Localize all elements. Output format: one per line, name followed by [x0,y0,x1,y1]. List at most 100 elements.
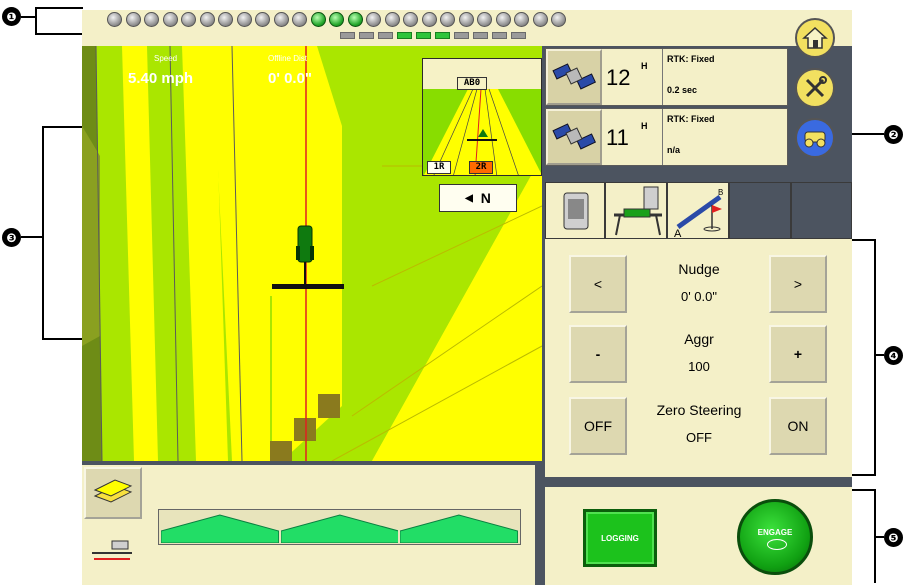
figure: ❶ ❷ ❸ ❹ ❺ Speed 5.40 mph Offline Dist 0'… [0,0,906,585]
satellite-count-1: 12 [606,65,631,90]
perspective-view[interactable]: AB0 1R 2R [422,58,542,176]
lightbar-segment [340,32,355,39]
heading-indicator: ◀ N [439,184,517,212]
vehicle-button[interactable] [795,118,835,158]
lightbar-segment [435,32,450,39]
tab-ab-line[interactable]: A B [667,182,729,240]
tab-guidance-unit[interactable] [545,182,605,239]
implement-icon [614,186,662,236]
row-label-1r: 1R [427,161,451,174]
zero-steering-label: Zero Steering [656,402,742,418]
step-1 [270,441,292,461]
implement-small-icon [92,540,132,560]
callout-5-bracket-v [874,489,876,583]
speed-value: 5.40 mph [128,70,194,87]
callout-1-bracket [35,7,83,9]
tab-empty-2[interactable] [791,182,852,239]
lightbar-led [347,12,363,27]
display-screen: Speed 5.40 mph Offline Dist 0' 0.0" AB0 … [82,10,852,585]
aggr-label: Aggr [684,331,714,347]
nudge-left-button[interactable]: < [569,255,627,313]
lightbar-led [236,12,252,27]
tools-button[interactable] [795,68,835,108]
callout-1-bracket-b [35,33,83,35]
offline-dist-label: Offline Dist [268,54,307,63]
section-bar [158,509,521,545]
satellite-button-1[interactable] [546,49,602,105]
home-button[interactable] [795,18,835,58]
satellite-icon [552,63,596,90]
logging-engage-panel: LOGGING ENGAGE [545,487,852,585]
callout-3-bracket-t [42,126,86,128]
svg-text:B: B [718,188,723,197]
gps-status-1: RTK: Fixed [667,54,715,64]
lightbar-led [144,12,159,27]
callout-3-bracket-b [42,338,86,340]
lightbar-led [514,12,529,27]
zero-steering-off-button[interactable]: OFF [569,397,627,455]
lightbar-led [477,12,492,27]
lightbar-led [440,12,455,27]
lightbar-led [255,12,270,27]
gps-receiver-2: 11 H RTK: Fixed n/a [545,108,788,166]
logging-button[interactable]: LOGGING [583,509,657,567]
nudge-right-button[interactable]: > [769,255,827,313]
lightbar-led [495,12,511,27]
gps-age-1: 0.2 sec [667,85,698,95]
row-label-2r: 2R [469,161,493,174]
coverage-layers-icon [93,479,133,503]
callout-1: ❶ [2,7,21,26]
lightbar-led [273,12,289,27]
tab-bar: A B [545,182,852,240]
lightbar-led [458,12,474,27]
lightbar-led [384,12,400,27]
step-2 [294,418,316,441]
aggr-plus-button[interactable]: + [769,325,827,383]
offline-dist-value: 0' 0.0" [268,70,313,87]
lightbar-segment [378,32,393,39]
section-control-panel [82,465,535,585]
engage-button[interactable]: ENGAGE [737,499,813,575]
aggr-value: 100 [688,359,710,374]
satellite-count-marker-2: H [641,121,648,131]
callout-3-line [21,236,43,238]
heading-value: N [480,190,491,206]
gps-age-2: n/a [667,145,681,155]
callout-3-bracket-v [42,126,44,340]
lightbar-segment [454,32,469,39]
engage-label: ENGAGE [757,528,793,537]
satellite-button-2[interactable] [546,109,602,165]
guidance-unit-icon [563,192,589,230]
implement-bar [272,284,344,289]
tab-implement[interactable] [605,182,667,239]
lightbar-segment [359,32,374,39]
gps-status-2: RTK: Fixed [667,114,715,124]
callout-4-bracket-v [874,239,876,476]
aggr-minus-button[interactable]: - [569,325,627,383]
tools-icon [805,76,827,98]
nudge-label: Nudge [678,261,720,277]
tab-empty-1[interactable] [729,182,791,239]
boom-section[interactable] [400,513,518,543]
boom-section[interactable] [280,513,399,543]
ab-line-icon: A B [674,188,723,240]
lightbar-led [366,12,381,27]
gps-receiver-1: 12 H RTK: Fixed 0.2 sec [545,48,788,106]
zero-steering-on-button[interactable]: ON [769,397,827,455]
coverage-button[interactable] [84,467,142,519]
lightbar-led [421,12,437,27]
guidance-map[interactable]: Speed 5.40 mph Offline Dist 0' 0.0" AB0 … [82,46,542,461]
callout-5: ❺ [884,528,903,547]
lightbar-segment [492,32,507,39]
lightbar-led [218,12,233,27]
callout-4-bracket-t [852,239,876,241]
guidance-settings-panel: < Nudge 0' 0.0" > - Aggr 100 + OFF Zero … [545,239,852,477]
callout-1-line [21,16,35,18]
lightbar-led [310,12,326,27]
lightbar-led [162,12,178,27]
satellite-count-marker-1: H [641,61,648,71]
lightbar-led [107,12,122,27]
boom-section[interactable] [161,513,279,543]
lightbar-led [125,12,141,27]
callout-4: ❹ [884,346,903,365]
